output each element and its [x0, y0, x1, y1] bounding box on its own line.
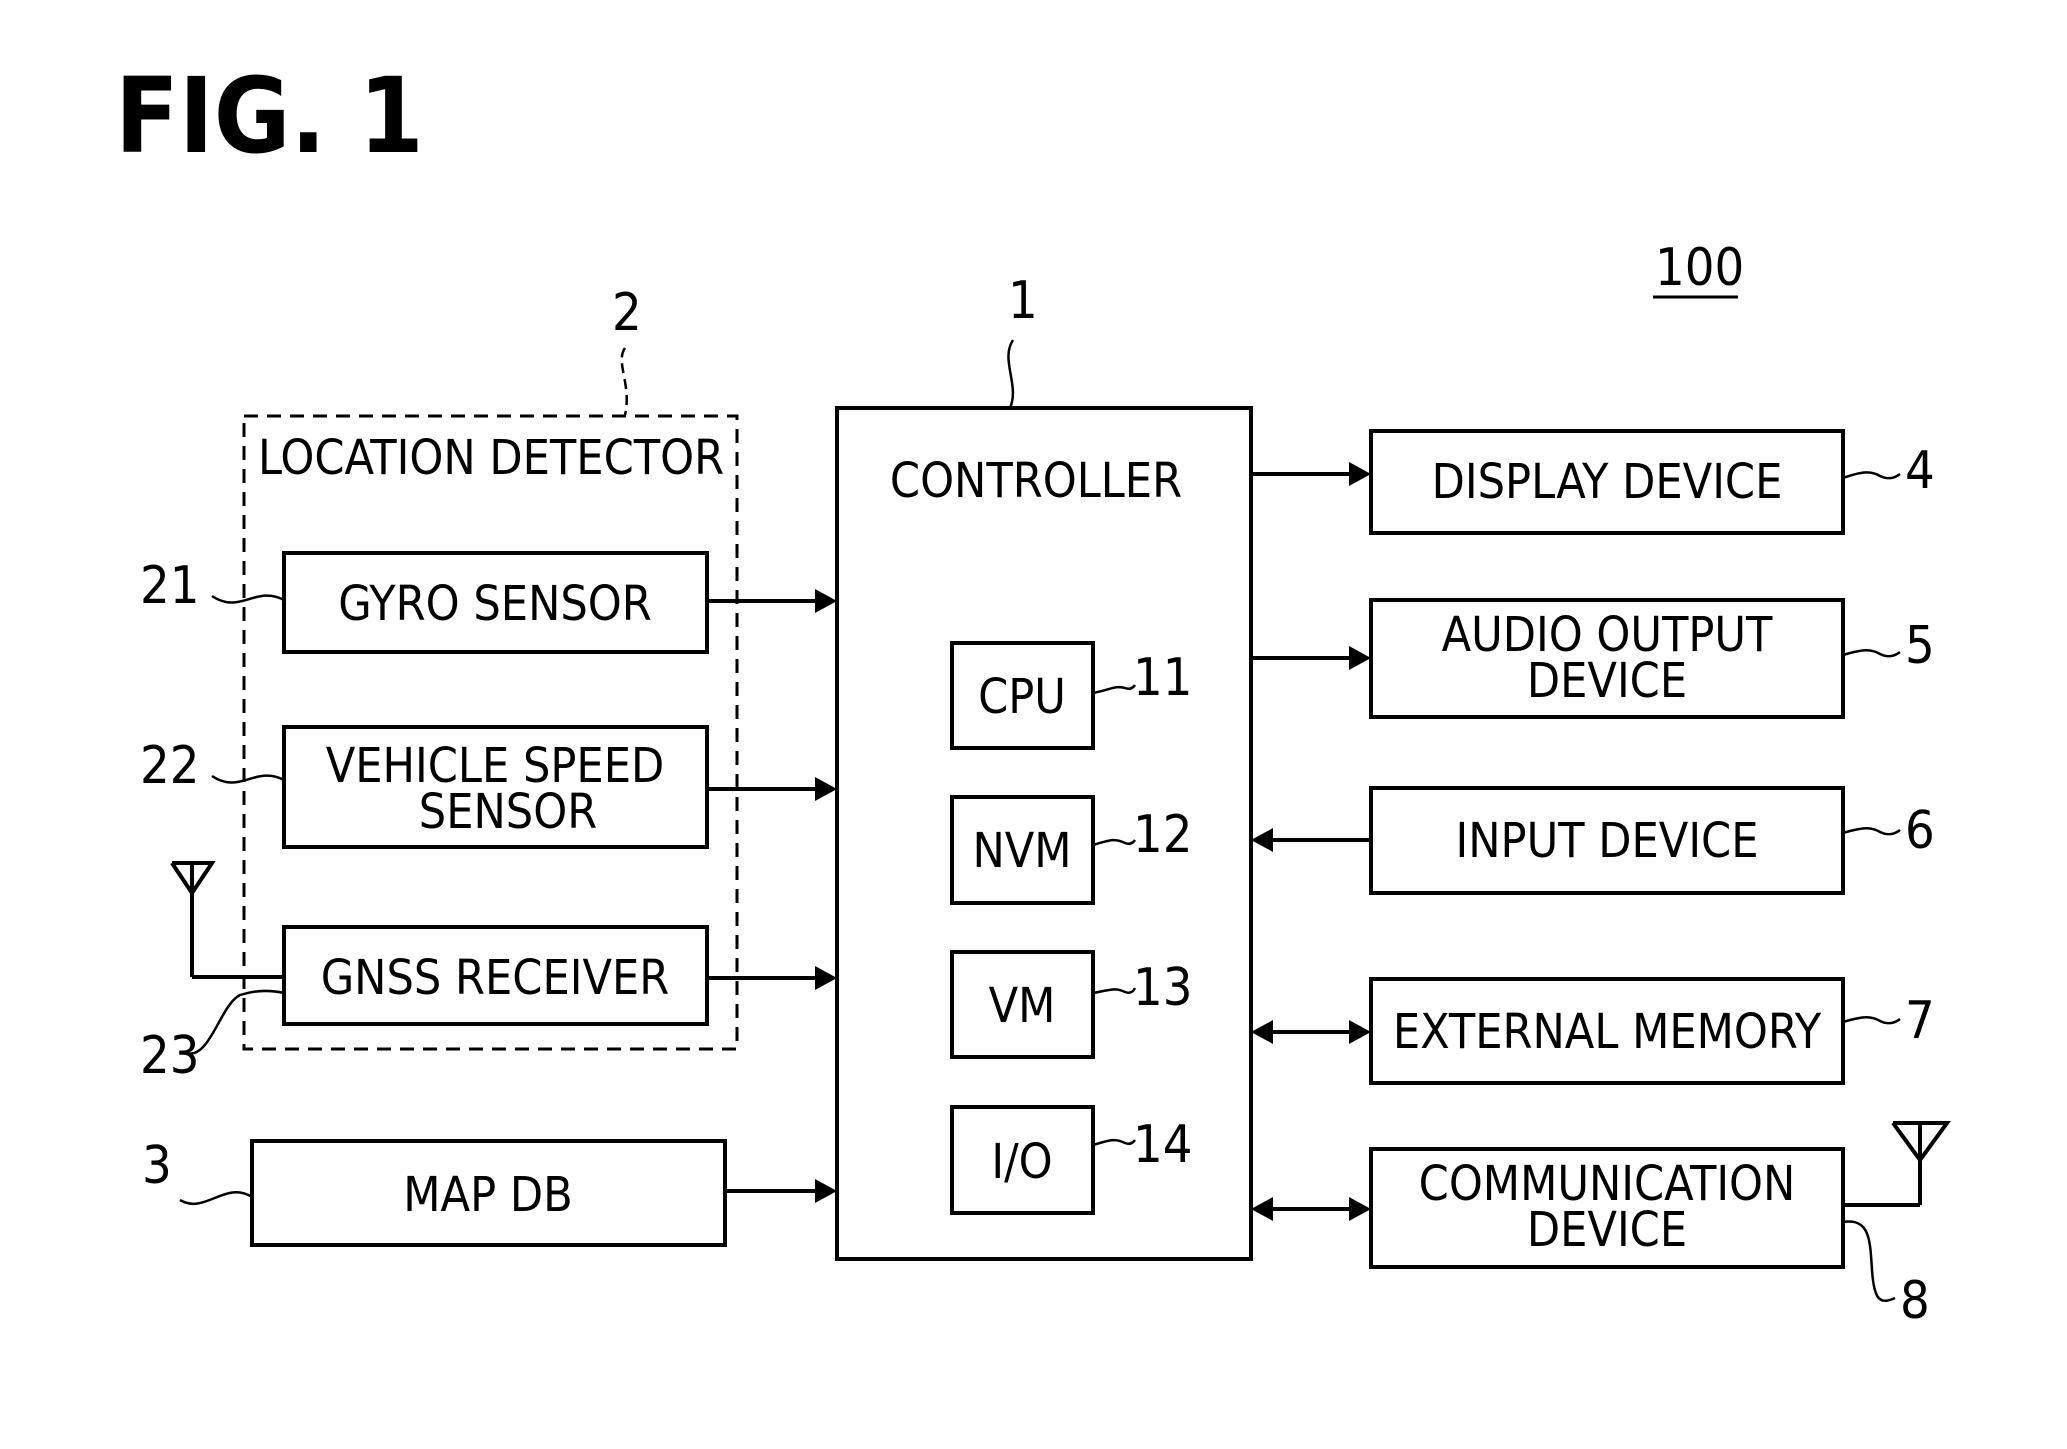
arrow-gnss-to-controller	[707, 966, 837, 990]
arrow-controller-external-memory-bidirectional	[1251, 1020, 1371, 1044]
audio-output-device-label-line2: DEVICE	[1527, 653, 1687, 709]
display-device-block: DISPLAY DEVICE 4	[1369, 429, 1935, 535]
location-detector-label: LOCATION DETECTOR	[258, 430, 724, 486]
arrow-controller-to-audio	[1251, 646, 1371, 670]
display-device-leader	[1842, 471, 1901, 480]
controller-block: CONTROLLER 1 CPU 11 NVM 12 VM 13 I/O 14	[835, 271, 1253, 1261]
vehicle-speed-sensor-ref: 22	[140, 736, 200, 796]
input-device-block: INPUT DEVICE 6	[1369, 786, 1935, 895]
external-memory-ref: 7	[1905, 991, 1935, 1051]
map-db-leader	[179, 1191, 253, 1206]
map-db-block: MAP DB 3	[142, 1136, 727, 1247]
io-ref: 14	[1133, 1115, 1193, 1175]
vm-label: VM	[989, 978, 1056, 1034]
controller-leader	[1007, 339, 1015, 409]
communication-device-block: COMMUNICATION DEVICE 8	[1369, 1121, 1951, 1331]
gnss-antenna-icon	[170, 861, 284, 979]
system-ref-label: 100	[1655, 238, 1744, 298]
cpu-ref: 11	[1133, 648, 1193, 708]
vehicle-speed-sensor-leader	[211, 774, 285, 784]
location-detector-group: LOCATION DETECTOR 2 GYRO SENSOR 21 VEHIC…	[140, 283, 739, 1086]
gyro-sensor-ref: 21	[140, 556, 200, 616]
location-detector-ref: 2	[612, 283, 642, 343]
audio-output-device-ref: 5	[1905, 616, 1935, 676]
gnss-receiver-leader	[185, 989, 285, 1055]
input-device-ref: 6	[1905, 801, 1935, 861]
vehicle-speed-sensor-block: VEHICLE SPEED SENSOR 22	[140, 725, 709, 849]
arrow-controller-to-display	[1251, 462, 1371, 486]
block-diagram: FIG. 1 100 LOCATION DETECTOR 2 GYRO SENS…	[115, 55, 1951, 1331]
audio-output-device-block: AUDIO OUTPUT DEVICE 5	[1369, 598, 1935, 719]
communication-antenna-icon	[1843, 1121, 1951, 1207]
map-db-label: MAP DB	[403, 1167, 572, 1223]
gyro-sensor-leader	[211, 594, 285, 604]
communication-device-label-line2: DEVICE	[1527, 1202, 1687, 1258]
nvm-ref: 12	[1133, 805, 1193, 865]
external-memory-label: EXTERNAL MEMORY	[1393, 1004, 1822, 1060]
gnss-receiver-block: GNSS RECEIVER 23	[140, 861, 709, 1086]
input-device-label: INPUT DEVICE	[1456, 813, 1759, 869]
controller-label: CONTROLLER	[890, 453, 1182, 509]
cpu-label: CPU	[978, 669, 1066, 725]
audio-output-device-leader	[1842, 649, 1901, 658]
gnss-receiver-ref: 23	[140, 1026, 200, 1086]
nvm-label: NVM	[972, 823, 1071, 879]
vehicle-speed-sensor-label-line2: SENSOR	[419, 784, 597, 840]
vm-ref: 13	[1133, 958, 1193, 1018]
gyro-sensor-label: GYRO SENSOR	[338, 576, 652, 632]
arrow-controller-communication-bidirectional	[1251, 1197, 1371, 1221]
display-device-label: DISPLAY DEVICE	[1432, 454, 1783, 510]
io-label: I/O	[991, 1134, 1052, 1190]
arrow-mapdb-to-controller	[725, 1179, 837, 1203]
arrow-gyro-to-controller	[707, 589, 837, 613]
arrow-speed-to-controller	[707, 777, 837, 801]
external-memory-leader	[1842, 1016, 1901, 1025]
communication-device-ref: 8	[1900, 1271, 1930, 1331]
controller-ref: 1	[1008, 271, 1038, 331]
location-detector-leader	[620, 347, 628, 416]
input-device-leader	[1842, 827, 1901, 836]
map-db-ref: 3	[142, 1136, 172, 1196]
figure-title: FIG. 1	[115, 55, 424, 177]
external-memory-block: EXTERNAL MEMORY 7	[1369, 977, 1935, 1085]
communication-device-leader	[1842, 1220, 1896, 1303]
display-device-ref: 4	[1905, 441, 1935, 501]
arrow-input-to-controller	[1251, 828, 1371, 852]
gnss-receiver-label: GNSS RECEIVER	[321, 950, 670, 1006]
gyro-sensor-block: GYRO SENSOR 21	[140, 551, 709, 654]
